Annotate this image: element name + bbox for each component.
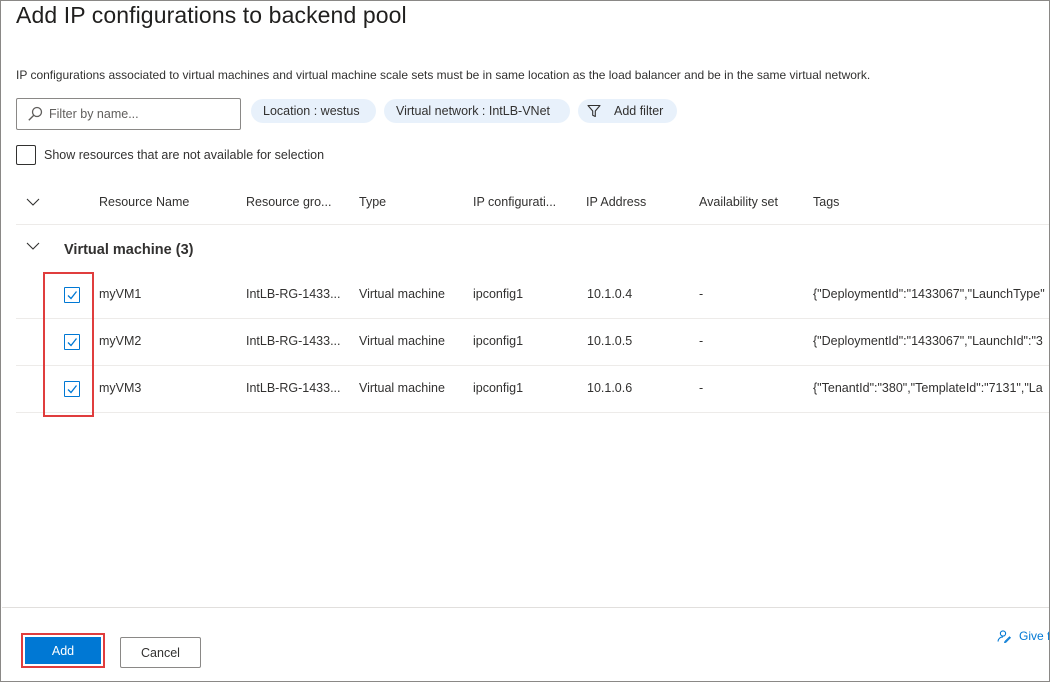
column-header-resource-name[interactable]: Resource Name	[99, 195, 189, 209]
cell-resource-group: IntLB-RG-1433...	[246, 334, 341, 348]
cell-resource-group: IntLB-RG-1433...	[246, 287, 341, 301]
cell-availability-set: -	[699, 381, 704, 395]
filter-by-name-box[interactable]	[16, 98, 241, 130]
show-unavailable-row: Show resources that are not available fo…	[16, 145, 324, 165]
cell-resource-name: myVM1	[99, 287, 142, 301]
feedback-person-icon	[997, 630, 1011, 643]
give-feedback-label: Give f	[1019, 629, 1050, 643]
collapse-group-chevron-down-icon[interactable]	[26, 241, 40, 251]
header-divider	[16, 224, 1049, 225]
column-header-resource-group[interactable]: Resource gro...	[246, 195, 331, 209]
cancel-button[interactable]: Cancel	[120, 637, 201, 668]
cell-ip-configuration: ipconfig1	[473, 334, 524, 348]
cell-ip-address: 10.1.0.5	[587, 334, 633, 348]
column-header-availability-set[interactable]: Availability set	[699, 195, 778, 209]
column-header-tags[interactable]: Tags	[813, 195, 839, 209]
cell-resource-group: IntLB-RG-1433...	[246, 381, 341, 395]
table-row[interactable]: myVM3 IntLB-RG-1433... Virtual machine i…	[16, 366, 1049, 413]
table-row[interactable]: myVM2 IntLB-RG-1433... Virtual machine i…	[16, 319, 1049, 366]
cell-type: Virtual machine	[359, 287, 445, 301]
table-row[interactable]: myVM1 IntLB-RG-1433... Virtual machine i…	[16, 272, 1049, 319]
search-icon	[28, 106, 43, 121]
cell-ip-configuration: ipconfig1	[473, 381, 524, 395]
give-feedback-link[interactable]: Give f	[997, 629, 1050, 643]
add-button-highlight: Add	[21, 633, 105, 668]
cell-resource-name: myVM2	[99, 334, 142, 348]
location-filter-pill[interactable]: Location : westus	[251, 99, 376, 123]
cell-availability-set: -	[699, 334, 704, 348]
cell-type: Virtual machine	[359, 381, 445, 395]
cell-ip-address: 10.1.0.6	[587, 381, 633, 395]
cell-ip-address: 10.1.0.4	[587, 287, 633, 301]
footer-divider	[2, 607, 1049, 608]
expand-all-chevron-down-icon[interactable]	[26, 197, 40, 207]
column-header-ip-configuration[interactable]: IP configurati...	[473, 195, 556, 209]
cell-availability-set: -	[699, 287, 704, 301]
funnel-icon	[587, 104, 601, 118]
show-unavailable-checkbox[interactable]	[16, 145, 36, 165]
show-unavailable-label[interactable]: Show resources that are not available fo…	[44, 148, 324, 162]
cell-type: Virtual machine	[359, 334, 445, 348]
cell-tags: {"DeploymentId":"1433067","LaunchId":"3	[813, 334, 1043, 348]
cell-ip-configuration: ipconfig1	[473, 287, 524, 301]
description-text: IP configurations associated to virtual …	[16, 68, 871, 82]
page-title: Add IP configurations to backend pool	[16, 2, 407, 28]
add-filter-label: Add filter	[614, 104, 664, 118]
column-header-type[interactable]: Type	[359, 195, 386, 209]
cell-tags: {"DeploymentId":"1433067","LaunchType"	[813, 287, 1045, 301]
filter-by-name-input[interactable]	[49, 107, 229, 121]
column-header-ip-address[interactable]: IP Address	[586, 195, 646, 209]
cell-tags: {"TenantId":"380","TemplateId":"7131","L…	[813, 381, 1043, 395]
checkbox-highlight-annotation	[43, 272, 94, 417]
virtual-network-filter-pill[interactable]: Virtual network : IntLB-VNet	[384, 99, 570, 123]
add-button[interactable]: Add	[25, 637, 101, 664]
group-header-virtual-machine: Virtual machine (3)	[64, 242, 194, 258]
cell-resource-name: myVM3	[99, 381, 142, 395]
dialog-panel: Add IP configurations to backend pool IP…	[0, 0, 1050, 682]
add-filter-button[interactable]: Add filter	[578, 99, 677, 123]
